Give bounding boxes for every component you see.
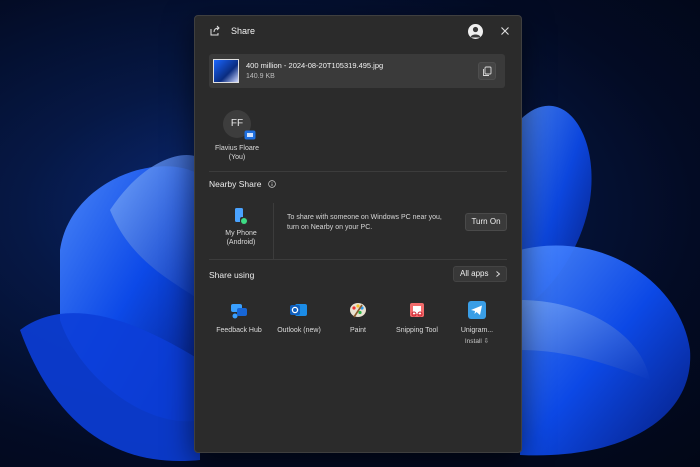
nearby-share-label: Nearby Share (209, 179, 262, 189)
copy-button[interactable] (478, 62, 496, 80)
nearby-card: My Phone (Android) To share with someone… (209, 199, 507, 259)
mail-badge-icon (244, 130, 256, 140)
app-unigram[interactable]: Unigram... Install ⇩ (449, 300, 505, 345)
file-thumbnail (213, 59, 239, 83)
unigram-icon (468, 301, 486, 319)
outlook-icon (290, 304, 307, 316)
share-icon (210, 25, 220, 36)
file-card: 400 million - 2024-08-20T105319.495.jpg … (209, 54, 505, 88)
phone-icon (235, 208, 248, 225)
app-label: Paint (350, 327, 366, 334)
nearby-message: To share with someone on Windows PC near… (287, 214, 442, 231)
share-using-label: Share using (209, 270, 255, 280)
divider (209, 171, 507, 172)
nearby-device-my-phone[interactable]: My Phone (Android) (209, 203, 274, 259)
chevron-right-icon (496, 271, 501, 277)
install-label: Install ⇩ (464, 338, 490, 345)
feedback-hub-icon (231, 304, 247, 319)
paint-icon (350, 303, 366, 318)
contact-avatar: FF (223, 110, 256, 140)
app-feedback-hub[interactable]: Feedback Hub (211, 300, 267, 334)
app-paint[interactable]: Paint (330, 300, 386, 334)
app-snipping-tool[interactable]: Snipping Tool (389, 300, 445, 334)
app-outlook[interactable]: Outlook (new) (271, 300, 327, 334)
all-apps-button[interactable]: All apps (453, 266, 507, 282)
app-label: Outlook (new) (277, 327, 321, 334)
info-icon[interactable] (268, 180, 276, 188)
file-size: 140.9 KB (246, 73, 275, 80)
download-icon: ⇩ (483, 338, 490, 345)
person-icon (470, 26, 481, 38)
all-apps-label: All apps (460, 269, 489, 278)
divider (209, 259, 507, 260)
close-icon[interactable] (497, 23, 513, 39)
title-bar: Share (195, 16, 521, 46)
app-label: Feedback Hub (216, 327, 262, 334)
contact-self[interactable]: FF Flavius Floare (You) (213, 110, 261, 162)
snipping-tool-icon (410, 303, 424, 317)
turn-on-button[interactable]: Turn On (465, 213, 507, 231)
app-label: Unigram... (460, 327, 494, 334)
contact-initials: FF (230, 118, 244, 129)
copy-icon (483, 66, 492, 76)
contact-name: Flavius Floare (You) (215, 145, 259, 161)
app-label: Snipping Tool (396, 327, 438, 334)
share-dialog: Share 400 million - 2024-08-20T105319.49… (194, 15, 522, 453)
account-avatar-button[interactable] (468, 24, 483, 39)
nearby-device-label: My Phone (Android) (225, 230, 257, 246)
window-title: Share (231, 26, 256, 36)
file-name: 400 million - 2024-08-20T105319.495.jpg (246, 61, 384, 70)
